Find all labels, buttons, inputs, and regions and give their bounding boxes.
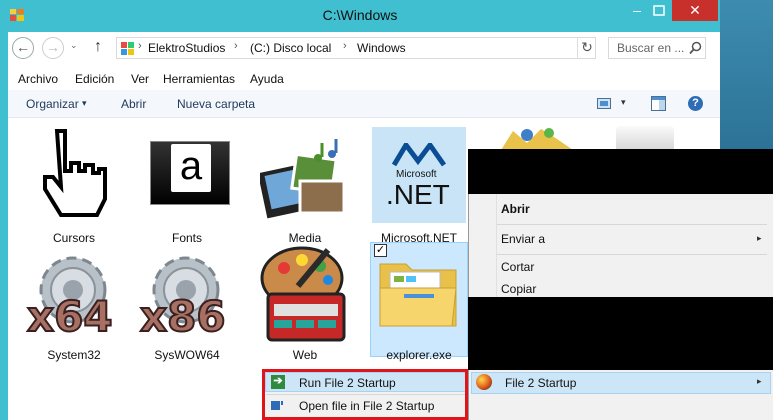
list-item-syswow64[interactable]: x86 SysWOW64 xyxy=(138,242,236,362)
computer-location-icon xyxy=(121,42,134,55)
context-menu-copiar[interactable]: Copiar xyxy=(501,282,536,296)
list-item-web[interactable]: Web xyxy=(256,242,354,362)
x86-overlay: x86 xyxy=(139,291,227,342)
address-bar[interactable]: › ElektroStudios › (C:) Disco local › Wi… xyxy=(116,37,682,59)
window-frame-left xyxy=(0,32,8,420)
context-menu-redacted-bottom xyxy=(468,297,773,370)
crumb-separator[interactable]: › xyxy=(234,40,238,52)
maximize-button[interactable] xyxy=(648,1,670,21)
forward-button[interactable]: → xyxy=(42,37,64,59)
dotnet-icon: Microsoft .NET xyxy=(372,127,466,223)
recent-locations-chevron-icon[interactable]: ⌄ xyxy=(70,40,84,56)
menu-edicion[interactable]: Edición xyxy=(75,72,114,86)
hand-cursor-icon xyxy=(43,129,107,217)
submenu-arrow-icon: ▸ xyxy=(757,233,762,243)
search-placeholder[interactable]: Buscar en ... xyxy=(617,41,684,55)
menu-herramientas[interactable]: Herramientas xyxy=(163,72,235,86)
explorer-folder-icon xyxy=(379,263,457,327)
search-icon[interactable] xyxy=(689,41,702,55)
file2startup-icon xyxy=(476,374,492,390)
web-palette-icon xyxy=(260,246,346,342)
media-icon xyxy=(260,139,346,219)
item-checkbox[interactable]: ✓ xyxy=(374,244,387,257)
breadcrumb-elektrostudios[interactable]: ElektroStudios xyxy=(148,41,225,55)
file2startup-label[interactable]: File 2 Startup xyxy=(505,376,576,390)
partial-folder-icon xyxy=(497,125,577,150)
organize-dropdown-icon[interactable]: ▾ xyxy=(82,98,87,109)
menu-bar xyxy=(8,68,720,90)
annotation-highlight-box xyxy=(262,369,468,420)
refresh-button[interactable]: ↻ xyxy=(577,37,596,59)
menu-archivo[interactable]: Archivo xyxy=(18,72,58,86)
organize-button[interactable]: Organizar xyxy=(26,97,79,111)
partial-drive-icon xyxy=(616,126,674,150)
window-title: C:\Windows xyxy=(322,7,398,23)
up-button[interactable]: ↑ xyxy=(94,38,112,58)
fonts-icon: a xyxy=(150,141,230,205)
list-item-explorer-exe[interactable]: explorer.exe xyxy=(370,242,468,362)
open-button[interactable]: Abrir xyxy=(121,97,146,111)
x64-overlay: x64 xyxy=(26,291,114,342)
minimize-button[interactable]: – xyxy=(626,1,648,21)
context-menu-separator xyxy=(497,254,767,255)
crumb-separator[interactable]: › xyxy=(138,40,142,52)
dotnet-text: .NET xyxy=(386,179,450,210)
context-menu-enviar-a[interactable]: Enviar a xyxy=(501,232,545,246)
fonts-glyph: a xyxy=(171,144,211,192)
view-dropdown-icon[interactable]: ▾ xyxy=(621,97,626,108)
submenu-arrow-icon: ▸ xyxy=(757,376,762,386)
close-button[interactable]: ✕ xyxy=(672,0,718,21)
back-button[interactable]: ← xyxy=(12,37,34,59)
list-item-system32[interactable]: x64 System32 xyxy=(25,242,123,362)
breadcrumb-disco-local[interactable]: (C:) Disco local xyxy=(250,41,331,55)
list-item-microsoft-net[interactable]: Microsoft .NET Microsoft.NET xyxy=(370,125,468,245)
change-view-icon[interactable] xyxy=(597,98,611,109)
item-label: explorer.exe xyxy=(386,348,452,362)
context-menu-separator xyxy=(497,224,767,225)
list-item-fonts[interactable]: a Fonts xyxy=(138,125,236,245)
context-menu-abrir[interactable]: Abrir xyxy=(501,202,530,216)
breadcrumb-windows[interactable]: Windows xyxy=(357,41,406,55)
new-folder-button[interactable]: Nueva carpeta xyxy=(177,97,255,111)
list-item-media[interactable]: Media xyxy=(256,125,354,245)
item-label: Web xyxy=(292,348,318,362)
menu-ver[interactable]: Ver xyxy=(131,72,149,86)
preview-pane-icon[interactable] xyxy=(651,96,666,111)
context-menu: Abrir Enviar a ▸ Cortar Copiar xyxy=(468,194,773,297)
menu-ayuda[interactable]: Ayuda xyxy=(250,72,284,86)
context-menu-redacted-top xyxy=(468,149,773,194)
help-icon[interactable]: ? xyxy=(688,96,703,111)
crumb-separator[interactable]: › xyxy=(343,40,347,52)
search-box[interactable]: Buscar en ... xyxy=(608,37,706,59)
item-label: SysWOW64 xyxy=(154,348,220,362)
context-menu-gutter xyxy=(496,194,497,297)
command-bar xyxy=(8,90,720,118)
list-item-cursors[interactable]: Cursors xyxy=(25,125,123,245)
context-menu-cortar[interactable]: Cortar xyxy=(501,260,534,274)
item-label: System32 xyxy=(47,348,101,362)
